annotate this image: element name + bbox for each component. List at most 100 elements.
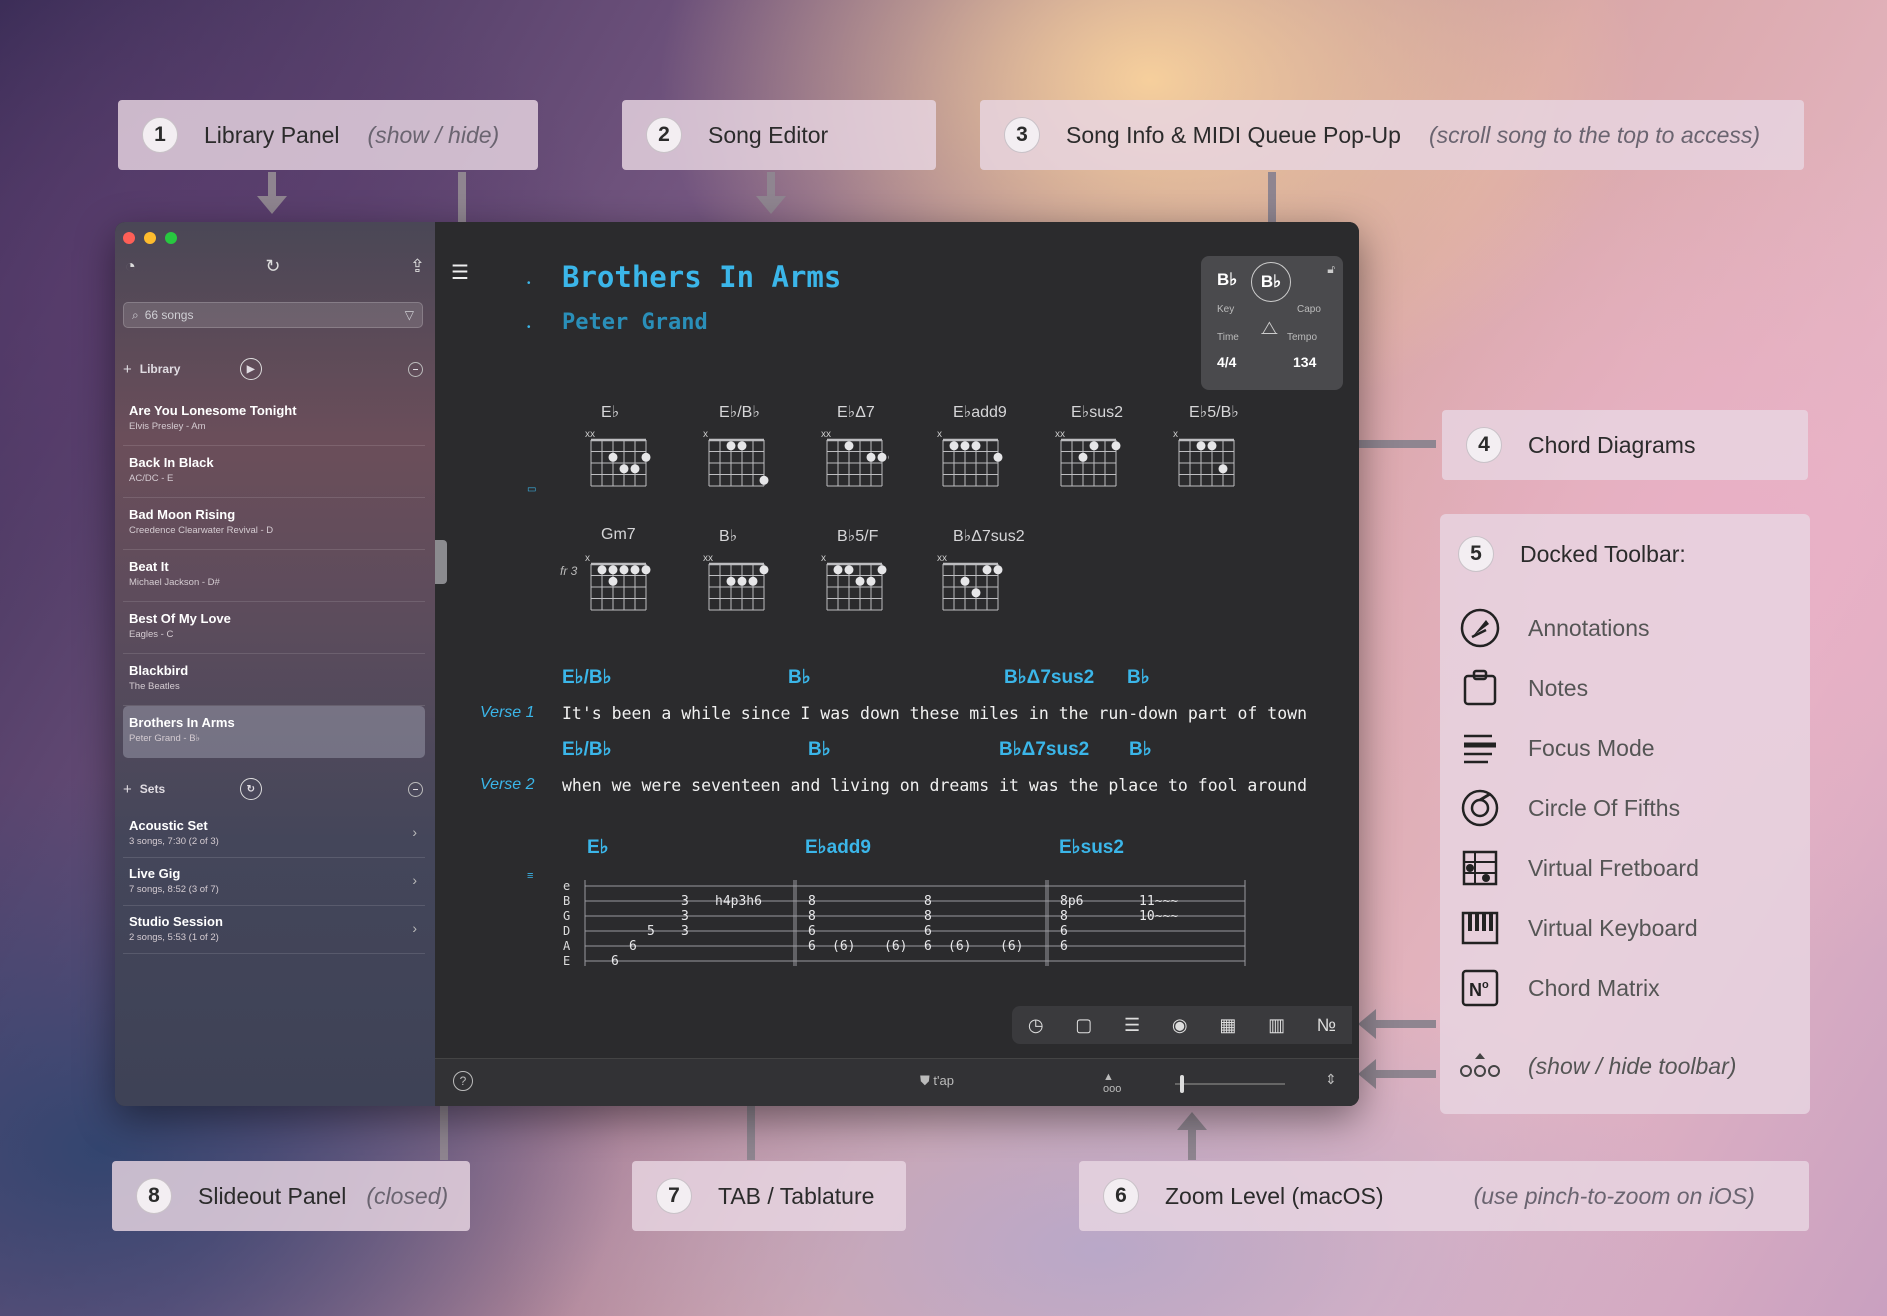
callout-label: TAB / Tablature [718,1182,875,1209]
close-window-button[interactable] [123,232,135,244]
keyboard-icon [1458,906,1502,950]
svg-text:6: 6 [1060,924,1068,939]
callout-library-panel: 1 Library Panel (show / hide) [118,100,538,170]
svg-text:(6): (6) [1000,939,1023,954]
tap-tempo-button[interactable]: ⛊ t'ap [920,1073,954,1089]
set-item[interactable]: Live Gig 7 songs, 8:52 (3 of 7) › [123,858,425,906]
search-icon: ⌕ [132,307,139,322]
song-subtitle: Creedence Clearwater Revival - D [129,525,274,536]
arrow-head [1358,1009,1376,1039]
sync-icon[interactable]: ↻ [239,778,262,800]
set-subtitle: 3 songs, 7:30 (2 of 3) [129,836,219,847]
add-icon[interactable]: + [123,781,132,798]
notes-icon[interactable]: ▢ [1075,1015,1092,1036]
callout-number: 8 [136,1178,172,1214]
song-title: Best Of My Love [129,611,231,626]
callout-number: 3 [1004,117,1040,153]
toolbar-item-annotations: Annotations [1458,606,1649,650]
callout-tablature: 7 TAB / Tablature [632,1161,906,1231]
zoom-slider[interactable] [1175,1083,1285,1085]
svg-text:(6): (6) [832,939,855,954]
set-item[interactable]: Acoustic Set 3 songs, 7:30 (2 of 3) › [123,810,425,858]
collapse-icon[interactable]: – [408,781,423,797]
toolbar-toggle-icon [1458,1044,1502,1088]
song-item[interactable]: Beat It Michael Jackson - D# [123,550,425,602]
callout-slideout-panel: 8 Slideout Panel (closed) [112,1161,470,1231]
annotations-icon [1458,606,1502,650]
svg-text:6: 6 [611,954,619,969]
chord-matrix-icon[interactable]: № [1317,1015,1336,1036]
song-item[interactable]: Back In Black AC/DC - E [123,446,425,498]
callout-label: Library Panel [204,121,340,148]
song-title: Bad Moon Rising [129,507,236,522]
chevron-right-icon: › [412,872,417,888]
arrow [268,172,276,198]
callout-hint: (closed) [366,1182,449,1209]
song-title: Beat It [129,559,169,574]
svg-text:8: 8 [1060,909,1068,924]
toolbar-item-label: Annotations [1528,614,1650,641]
circle-of-fifths-icon[interactable]: ◉ [1172,1015,1188,1036]
search-field[interactable]: ⌕ 66 songs ▽ [123,302,423,328]
callout-number: 6 [1103,1178,1139,1214]
stepper-icon[interactable]: ⇕ [1325,1071,1337,1088]
toolbar-item-chord-matrix: No Chord Matrix [1458,966,1660,1010]
docked-toolbar: ◷ ▢ ☰ ◉ ▦ ▥ № [1012,1006,1352,1044]
collapse-icon[interactable]: – [408,361,423,377]
tab-marker-icon: ≡ [527,870,534,882]
svg-text:8: 8 [808,894,816,909]
sidebar-toolbar: ◔ ↻ ⇪ [125,256,425,277]
keyboard-icon[interactable]: ▥ [1268,1015,1285,1036]
song-title: Brothers In Arms [129,715,235,730]
tab-string-label: e [563,879,571,893]
svg-text:8: 8 [924,894,932,909]
callout-label: Docked Toolbar: [1520,540,1686,567]
callout-label: Zoom Level (macOS) [1165,1182,1384,1209]
window-controls [123,232,177,244]
search-input[interactable]: 66 songs [145,308,405,322]
toolbar-item-label: (show / hide toolbar) [1528,1052,1737,1079]
filter-icon[interactable]: ▽ [405,308,414,322]
svg-text:(6): (6) [884,939,907,954]
history-icon[interactable]: ◔ [125,256,136,277]
song-item[interactable]: Bad Moon Rising Creedence Clearwater Revi… [123,498,425,550]
guitar-pick-icon: ⛊ [920,1073,930,1088]
refresh-icon[interactable]: ↻ [265,256,280,277]
tab-string-label: A [563,939,571,953]
zoom-slider-knob[interactable] [1180,1075,1184,1093]
song-item[interactable]: Blackbird The Beatles [123,654,425,706]
song-subtitle: Elvis Presley - Am [129,421,206,432]
callout-label: Song Editor [708,121,829,148]
add-icon[interactable]: + [123,361,132,378]
arrow [1376,1020,1436,1028]
svg-text:6: 6 [924,939,932,954]
callout-label: Slideout Panel [198,1182,347,1209]
annotations-icon[interactable]: ◷ [1028,1015,1044,1036]
minimize-window-button[interactable] [144,232,156,244]
song-subtitle: AC/DC - E [129,473,174,484]
play-icon[interactable]: ▶ [239,358,262,380]
help-button[interactable]: ? [453,1071,473,1091]
arrow-head [756,196,786,214]
song-title: Blackbird [129,663,189,678]
song-item-selected[interactable]: Brothers In Arms Peter Grand - B♭ [123,706,425,758]
callout-chord-diagrams: 4 Chord Diagrams [1442,410,1808,480]
song-item[interactable]: Are You Lonesome Tonight Elvis Presley - … [123,394,425,446]
app-window: ◔ ↻ ⇪ ⌕ 66 songs ▽ + Library ▶ – Are You… [115,222,1359,1106]
toolbar-toggle-icon[interactable]: ▲ ooo [1103,1071,1121,1095]
tab-string-label: D [563,924,571,938]
notes-icon [1458,666,1502,710]
focus-mode-icon[interactable]: ☰ [1124,1015,1140,1036]
toolbar-item-label: Notes [1528,674,1589,701]
song-subtitle: The Beatles [129,681,180,692]
song-editor: ☰ • • Brothers In Arms Peter Grand B♭ B♭… [435,222,1359,1106]
song-subtitle: Michael Jackson - D# [129,577,220,588]
fretboard-icon[interactable]: ▦ [1219,1015,1236,1036]
song-item[interactable]: Best Of My Love Eagles - C [123,602,425,654]
share-icon[interactable]: ⇪ [410,256,425,277]
set-item[interactable]: Studio Session 2 songs, 5:53 (1 of 2) › [123,906,425,954]
zoom-window-button[interactable] [165,232,177,244]
svg-text:6: 6 [924,924,932,939]
song-title: Back In Black [129,455,214,470]
arrow [1268,172,1276,228]
